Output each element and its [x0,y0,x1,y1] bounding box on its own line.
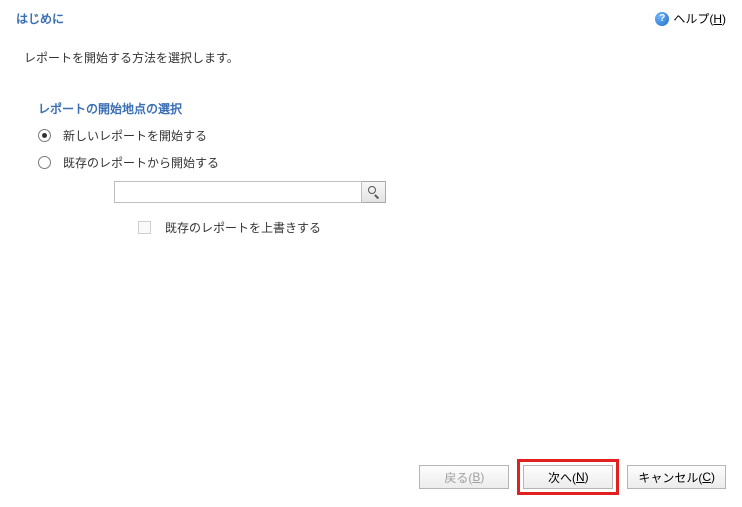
page-title: はじめに [16,10,64,27]
radio-existing-report[interactable] [38,156,51,169]
search-icon [368,186,380,198]
help-icon: ? [655,12,669,26]
section-title: レポートの開始地点の選択 [38,100,742,117]
radio-new-report[interactable] [38,129,51,142]
back-button: 戻る(B) [419,465,509,489]
intro-text: レポートを開始する方法を選択します。 [0,27,742,66]
radio-new-report-label[interactable]: 新しいレポートを開始する [63,127,207,144]
existing-report-path-input[interactable] [114,181,362,203]
overwrite-checkbox[interactable] [138,221,151,234]
help-label: ヘルプ(H) [673,10,726,27]
cancel-button[interactable]: キャンセル(C) [627,465,726,489]
wizard-footer: 戻る(B) 次へ(N) キャンセル(C) [419,459,726,495]
help-link[interactable]: ? ヘルプ(H) [655,10,726,27]
next-button-highlight: 次へ(N) [517,459,619,495]
overwrite-label: 既存のレポートを上書きする [165,219,321,236]
browse-button[interactable] [362,181,386,203]
radio-existing-report-label[interactable]: 既存のレポートから開始する [63,154,219,171]
next-button[interactable]: 次へ(N) [523,465,613,489]
